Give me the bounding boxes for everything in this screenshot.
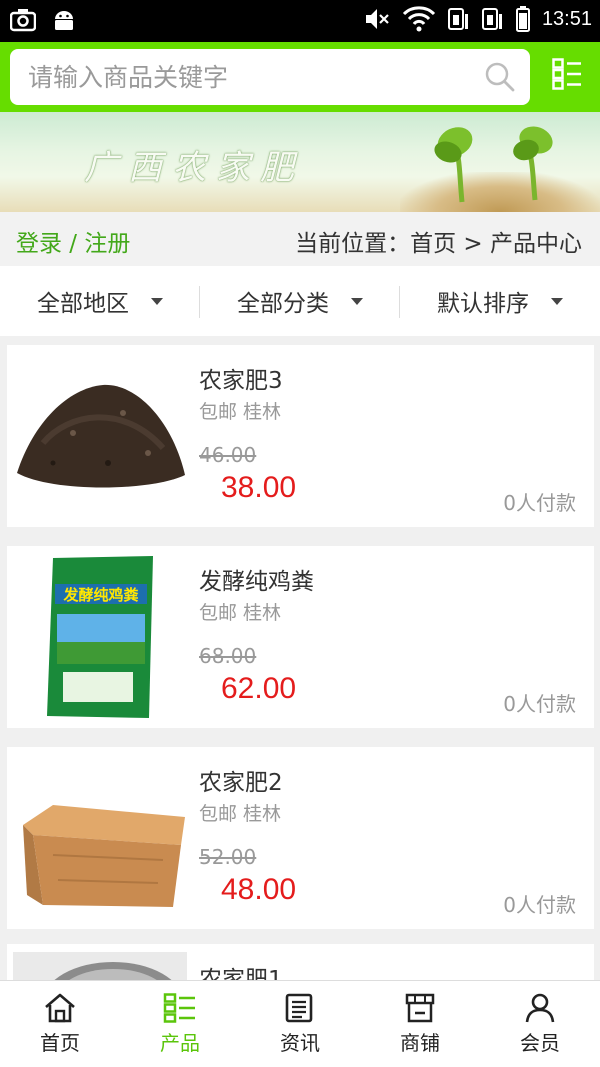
filter-region[interactable]: 全部地区 [0, 266, 200, 336]
banner[interactable]: 广西农家肥 [0, 112, 600, 212]
filter-label: 全部分类 [237, 291, 329, 317]
filter-label: 默认排序 [437, 291, 529, 317]
tab-label: 资讯 [280, 1031, 320, 1055]
tab-label: 商铺 [400, 1031, 440, 1055]
tab-label: 首页 [40, 1031, 80, 1055]
sold-count: 0人付款 [503, 491, 576, 515]
mute-icon [365, 9, 389, 29]
sold-count: 0人付款 [503, 893, 576, 917]
sprout-image [434, 126, 553, 203]
tab-products[interactable]: 产品 [120, 981, 240, 1067]
battery-icon [515, 6, 530, 32]
search-box[interactable] [10, 49, 530, 105]
category-menu-icon[interactable] [552, 58, 582, 90]
product-image-bowl [13, 952, 187, 980]
caret-down-icon [551, 297, 563, 305]
product-image-coco-brick [13, 755, 187, 921]
product-card[interactable]: 农家肥3 包邮 桂林 46.00 38.00 0人付款 [7, 345, 594, 527]
caret-down-icon [151, 297, 163, 305]
news-icon [285, 993, 313, 1023]
tab-label: 产品 [160, 1031, 200, 1055]
breadcrumb: 当前位置：首页 > 产品中心 [295, 231, 582, 257]
product-image-soil [13, 353, 187, 519]
original-price: 68.00 [199, 644, 257, 668]
filter-label: 全部地区 [37, 291, 129, 317]
product-name: 农家肥1 [199, 967, 283, 980]
search-input[interactable] [28, 49, 468, 105]
product-meta: 包邮 桂林 [199, 803, 282, 825]
sale-price: 38.00 [221, 471, 297, 504]
tab-label: 会员 [520, 1031, 560, 1055]
tab-home[interactable]: 首页 [0, 981, 120, 1067]
search-icon[interactable] [484, 61, 516, 93]
product-meta: 包邮 桂林 [199, 401, 282, 423]
original-price: 52.00 [199, 845, 257, 869]
original-price: 46.00 [199, 443, 257, 467]
sale-price: 62.00 [221, 672, 297, 705]
product-card[interactable]: 农家肥2 包邮 桂林 52.00 48.00 0人付款 [7, 747, 594, 929]
status-bar: 13:51 [0, 0, 600, 42]
caret-down-icon [351, 297, 363, 305]
sim2-signal-icon [481, 8, 502, 30]
banner-title: 广西农家肥 [84, 148, 304, 188]
product-name: 发酵纯鸡粪 [199, 569, 314, 595]
android-icon [55, 11, 73, 30]
tab-member[interactable]: 会员 [480, 981, 600, 1067]
login-register-link[interactable]: 登录 / 注册 [16, 224, 130, 258]
product-image-fertilizer-bag: 发酵纯鸡粪 [13, 554, 187, 720]
sim1-signal-icon [447, 8, 468, 30]
product-card[interactable]: 农家肥1 [7, 944, 594, 980]
product-meta: 包邮 桂林 [199, 602, 282, 624]
wifi-icon [402, 6, 436, 32]
user-icon [525, 993, 555, 1023]
sale-price: 48.00 [221, 873, 297, 906]
sold-count: 0人付款 [503, 692, 576, 716]
grid-list-icon [163, 993, 195, 1023]
bottom-tab-bar: 首页 产品 资讯 商铺 会员 [0, 980, 600, 1067]
tab-news[interactable]: 资讯 [240, 981, 360, 1067]
screenshot-icon [10, 9, 36, 32]
filter-category[interactable]: 全部分类 [200, 266, 400, 336]
tab-shop[interactable]: 商铺 [360, 981, 480, 1067]
product-card[interactable]: 发酵纯鸡粪 发酵纯鸡粪 包邮 桂林 68.00 62.00 0人付款 [7, 546, 594, 728]
product-name: 农家肥2 [199, 770, 283, 796]
bag-label: 发酵纯鸡粪 [62, 586, 138, 604]
clock: 13:51 [541, 7, 592, 30]
shop-icon [405, 993, 435, 1023]
product-name: 农家肥3 [199, 368, 283, 394]
filter-bar: 全部地区 全部分类 默认排序 [0, 266, 600, 336]
home-icon [45, 993, 75, 1023]
nav-row: 登录 / 注册 当前位置：首页 > 产品中心 [0, 212, 600, 266]
filter-sort[interactable]: 默认排序 [400, 266, 600, 336]
top-header [0, 42, 600, 112]
